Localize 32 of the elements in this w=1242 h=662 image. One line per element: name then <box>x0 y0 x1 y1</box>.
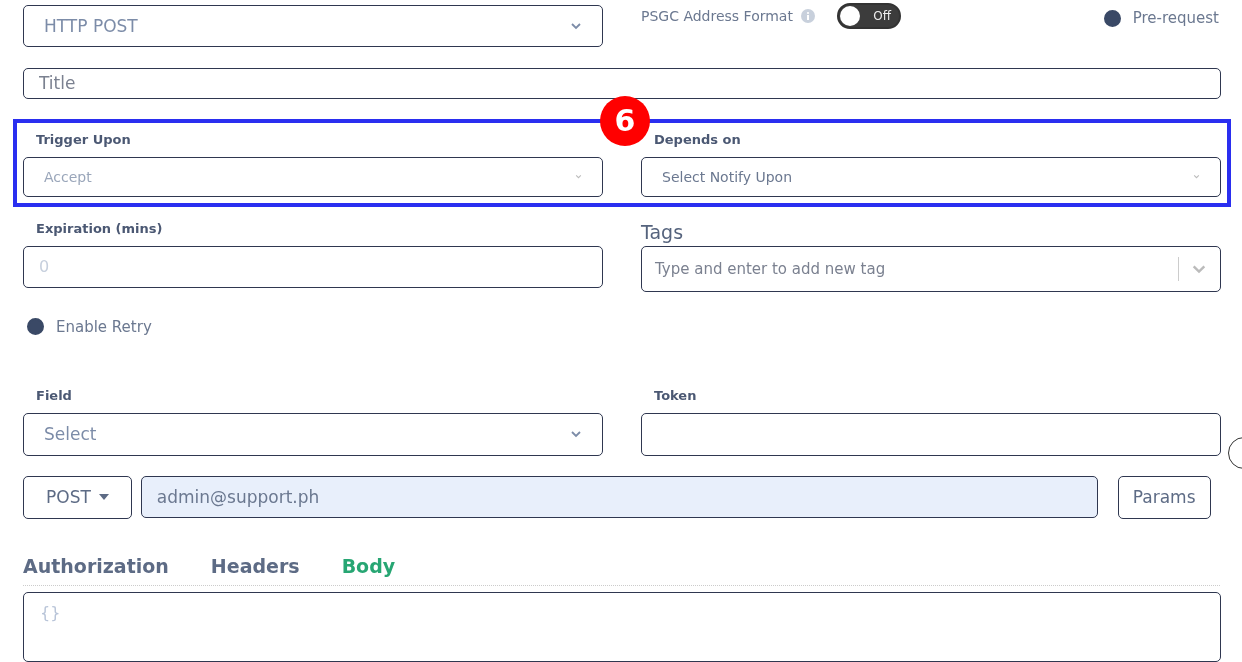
expiration-field[interactable]: 0 <box>23 245 603 288</box>
title-field[interactable]: Title <box>23 68 1221 99</box>
chevron-down-icon <box>570 428 582 440</box>
tab[interactable]: Body <box>341 554 396 577</box>
tab[interactable]: Authorization <box>23 554 169 577</box>
tags-field[interactable]: Type and enter to add new tag <box>641 245 1221 292</box>
radio-button[interactable] <box>27 318 44 335</box>
enable-retry-label: Enable Retry <box>56 317 152 336</box>
method-select[interactable]: HTTP POST <box>23 5 603 47</box>
field-label: Token <box>653 387 698 405</box>
toggle-switch[interactable]: Off <box>836 3 901 29</box>
field-label: Depends on <box>653 131 742 149</box>
info-icon <box>800 9 815 23</box>
field-label: Field <box>35 387 73 405</box>
tags-label: Tags <box>641 220 685 243</box>
caret-icon <box>98 494 109 500</box>
radio-button[interactable] <box>1103 9 1121 27</box>
psgc-label: PSGC Address Format <box>641 8 793 24</box>
field-select[interactable]: Select <box>23 412 603 456</box>
field-label: Trigger Upon <box>35 131 132 149</box>
tab[interactable]: Headers <box>210 554 300 577</box>
depends-select[interactable]: Select Notify Upon <box>641 156 1221 197</box>
token-field[interactable] <box>641 412 1221 456</box>
step-badge: 6 <box>600 95 650 146</box>
method-dropdown[interactable]: POST <box>23 475 132 519</box>
chevron-down-icon <box>1193 173 1200 180</box>
chevron-down-icon <box>570 20 582 32</box>
params-button[interactable]: Params <box>1117 475 1211 519</box>
field-label: Expiration (mins) <box>35 220 164 238</box>
url-field[interactable]: admin@support.ph <box>140 476 1098 518</box>
pre-request-label: Pre-request <box>1132 9 1219 27</box>
chevron-down-icon <box>575 173 582 180</box>
